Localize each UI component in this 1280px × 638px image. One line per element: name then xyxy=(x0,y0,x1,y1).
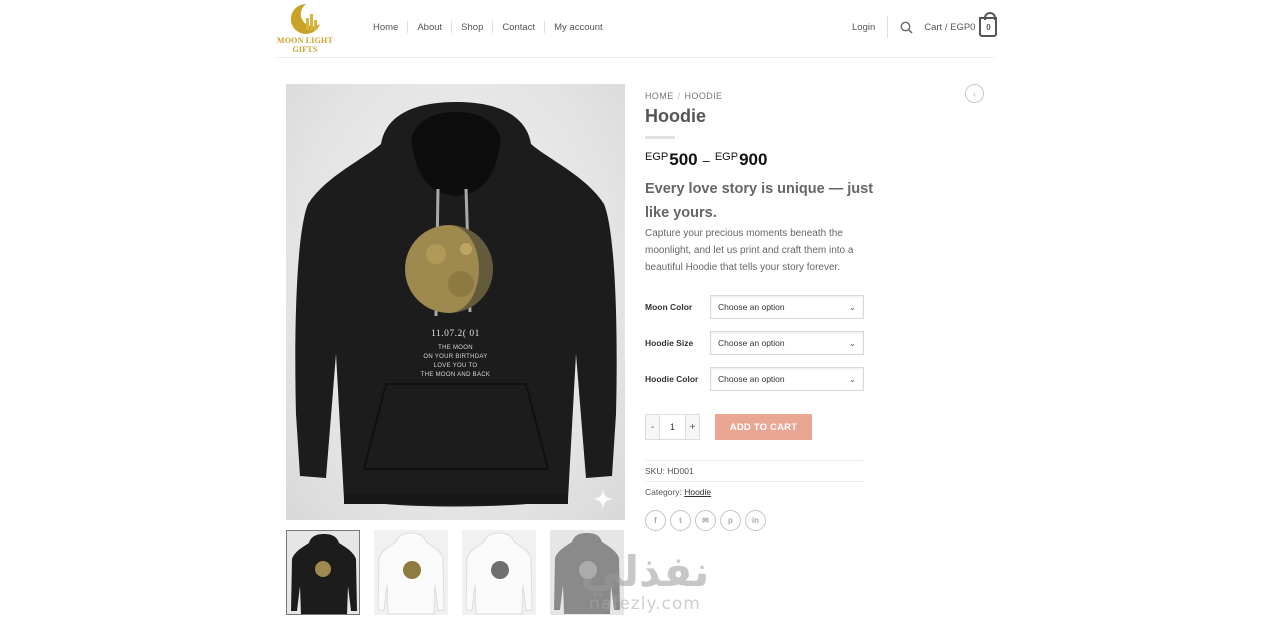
product-description: Capture your precious moments beneath th… xyxy=(645,228,854,273)
product-tagline: Every love story is unique — just like y… xyxy=(645,181,874,221)
select-value: Choose an option xyxy=(718,338,785,348)
quantity-plus-button[interactable]: + xyxy=(685,414,700,440)
login-link[interactable]: Login xyxy=(840,22,887,33)
product-price: EGP 500 – EGP 900 xyxy=(645,150,767,170)
breadcrumb: HOME / HOODIE xyxy=(645,91,722,101)
price-max: 900 xyxy=(739,150,768,169)
main-nav: Home About Shop Contact My account xyxy=(364,20,612,34)
price-dash: – xyxy=(702,153,710,168)
quantity-input[interactable]: 1 xyxy=(660,414,685,440)
product-sku: SKU: HD001 xyxy=(645,466,694,476)
variation-label: Hoodie Color xyxy=(645,374,699,384)
pinterest-icon[interactable]: p xyxy=(720,510,741,531)
header-actions: Login Cart / EGP0 0 xyxy=(840,12,998,38)
watermark-arabic: نفذلي xyxy=(580,547,710,596)
product-image-date: 11.07.2( 01 xyxy=(431,329,480,339)
logo-text-line2: GIFTS xyxy=(292,45,318,54)
hoodie-thumbnail-image xyxy=(462,530,536,615)
email-icon[interactable]: ✉ xyxy=(695,510,716,531)
variation-label: Hoodie Size xyxy=(645,338,694,348)
logo-text-line1: MOON LIGHT xyxy=(276,36,333,45)
nav-shop[interactable]: Shop xyxy=(452,22,492,33)
nav-about[interactable]: About xyxy=(408,22,451,33)
product-main-image[interactable]: 11.07.2( 01 THE MOON ON YOUR BIRTHDAY LO… xyxy=(286,84,625,520)
price-currency: EGP xyxy=(645,151,669,163)
caption-line: THE MOON xyxy=(438,345,473,351)
nav-contact[interactable]: Contact xyxy=(493,22,544,33)
quantity-stepper: - 1 + xyxy=(645,414,700,440)
search-icon xyxy=(900,21,913,34)
nafezly-watermark: نفذلي nafezly.com xyxy=(560,547,730,615)
moon-logo-icon xyxy=(290,3,320,34)
search-button[interactable] xyxy=(888,16,924,38)
category-link[interactable]: Hoodie xyxy=(684,487,711,497)
watermark-latin: nafezly.com xyxy=(589,594,701,614)
variation-hoodie-color: Hoodie Color Choose an option ⌄ xyxy=(645,367,864,391)
hoodie-image xyxy=(295,102,617,507)
breadcrumb-separator: / xyxy=(677,91,681,101)
caption-line: ON YOUR BIRTHDAY xyxy=(423,354,488,360)
nav-my-account[interactable]: My account xyxy=(545,22,612,33)
facebook-icon[interactable]: f xyxy=(645,510,666,531)
product-category: Category: Hoodie xyxy=(645,487,711,497)
hoodie-thumbnail-image xyxy=(287,531,359,614)
cart-label[interactable]: Cart / EGP0 xyxy=(924,22,975,33)
thumbnail-black-hoodie[interactable] xyxy=(286,530,360,615)
title-divider xyxy=(645,136,675,139)
hoodie-size-select[interactable]: Choose an option ⌄ xyxy=(710,331,864,355)
product-variations: Moon Color Choose an option ⌄ Hoodie Siz… xyxy=(645,295,864,403)
moon-color-select[interactable]: Choose an option ⌄ xyxy=(710,295,864,319)
chevron-left-icon: ‹ xyxy=(973,88,976,99)
thumbnail-white-hoodie-1[interactable] xyxy=(374,530,448,615)
select-value: Choose an option xyxy=(718,374,785,384)
cart-icon[interactable]: 0 xyxy=(979,12,998,37)
select-value: Choose an option xyxy=(718,302,785,312)
price-min: 500 xyxy=(669,150,698,169)
category-prefix: Category: xyxy=(645,487,685,497)
product-title: Hoodie xyxy=(645,106,706,126)
quantity-minus-button[interactable]: - xyxy=(645,414,660,440)
meta-divider xyxy=(645,460,863,461)
hoodie-thumbnail-image xyxy=(374,530,448,615)
caption-line: THE MOON AND BACK xyxy=(420,372,491,378)
meta-divider xyxy=(645,481,863,482)
previous-product-button[interactable]: ‹ xyxy=(965,84,984,103)
share-icons: f t ✉ p in xyxy=(645,510,766,531)
hoodie-color-select[interactable]: Choose an option ⌄ xyxy=(710,367,864,391)
variation-hoodie-size: Hoodie Size Choose an option ⌄ xyxy=(645,331,864,355)
breadcrumb-hoodie[interactable]: HOODIE xyxy=(685,91,723,101)
nav-home[interactable]: Home xyxy=(364,22,407,33)
caption-line: LOVE YOU TO xyxy=(433,363,478,369)
variation-moon-color: Moon Color Choose an option ⌄ xyxy=(645,295,864,319)
add-to-cart-button[interactable]: ADD TO CART xyxy=(715,414,812,440)
site-header: MOON LIGHT GIFTS Home About Shop Contact… xyxy=(0,0,1280,58)
variation-label: Moon Color xyxy=(645,302,693,312)
twitter-icon[interactable]: t xyxy=(670,510,691,531)
product-image-caption: THE MOON ON YOUR BIRTHDAY LOVE YOU TO TH… xyxy=(286,344,625,380)
chevron-down-icon: ⌄ xyxy=(849,374,856,384)
chevron-down-icon: ⌄ xyxy=(849,302,856,312)
logo-text: MOON LIGHT GIFTS xyxy=(274,36,336,54)
chevron-down-icon: ⌄ xyxy=(849,338,856,348)
thumbnail-white-hoodie-2[interactable] xyxy=(462,530,536,615)
header-divider-line xyxy=(276,57,994,58)
site-logo[interactable]: MOON LIGHT GIFTS xyxy=(274,2,336,54)
zoom-sparkle-icon[interactable] xyxy=(592,488,614,510)
cart-count: 0 xyxy=(986,22,991,32)
breadcrumb-home[interactable]: HOME xyxy=(645,91,674,101)
price-currency: EGP xyxy=(714,151,739,163)
linkedin-icon[interactable]: in xyxy=(745,510,766,531)
